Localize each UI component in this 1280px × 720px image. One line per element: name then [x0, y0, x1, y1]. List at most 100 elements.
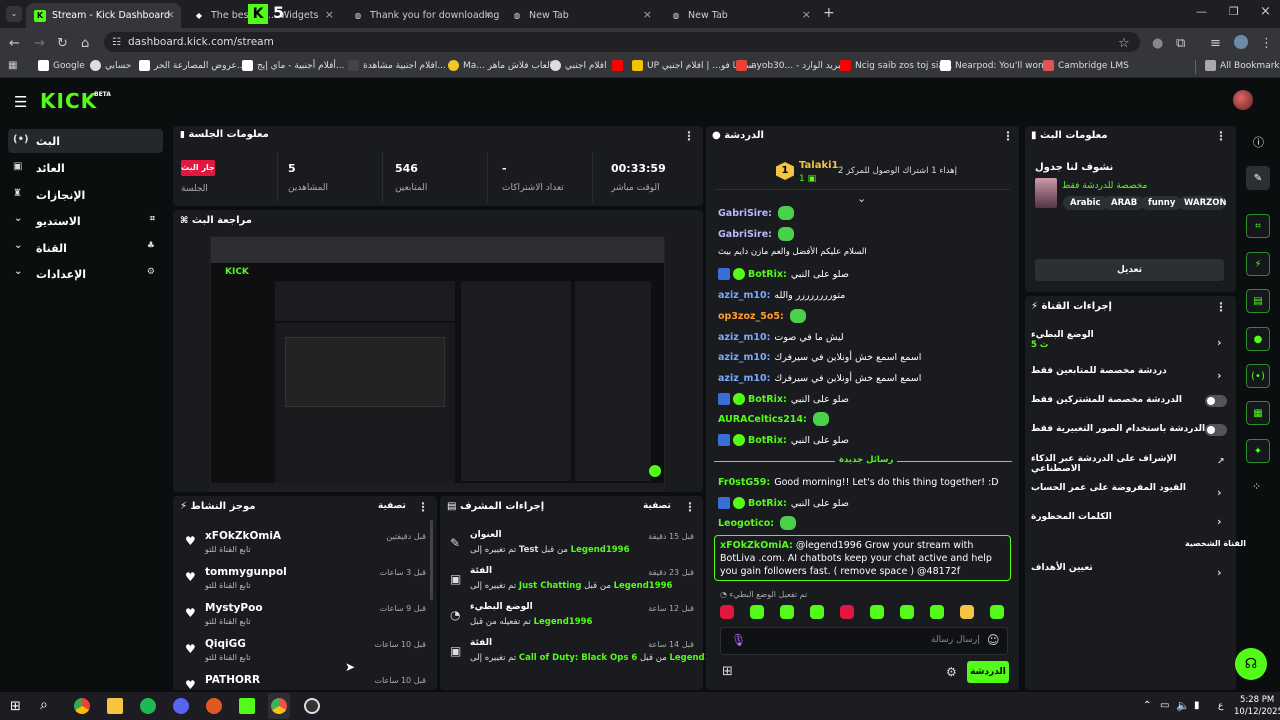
chat-rail-button[interactable]: ●	[1246, 327, 1270, 351]
send-chat-button[interactable]: الدردشة	[967, 661, 1009, 683]
close-tab-icon[interactable]: ×	[325, 8, 334, 21]
activity-menu-icon[interactable]: ⋮	[417, 500, 429, 514]
docs-rail-button[interactable]: ▤	[1246, 289, 1270, 313]
bookmark-item[interactable]: Ncig saib zos toj sia...	[840, 60, 953, 71]
bookmark-item[interactable]: حسابي	[90, 60, 131, 71]
browser-taskbar-icon[interactable]	[206, 698, 222, 714]
bookmark-item[interactable]: افلام اجنبية مشاهدة...	[348, 60, 446, 71]
close-tab-icon[interactable]: ×	[484, 8, 493, 21]
gift-shop-icon[interactable]: ⊞	[722, 664, 733, 679]
chat-username[interactable]: Fr0stG59:	[718, 477, 770, 488]
user-avatar[interactable]	[1233, 90, 1253, 110]
network-icon[interactable]: ▭	[1160, 700, 1169, 711]
channel-actions-menu-icon[interactable]: ⋮	[1215, 300, 1227, 314]
profile-avatar[interactable]	[1234, 35, 1248, 49]
back-icon[interactable]: ←	[9, 36, 20, 51]
browser-menu-icon[interactable]: ⋮	[1260, 36, 1273, 51]
close-tab-icon[interactable]: ×	[802, 8, 811, 21]
extension-icon[interactable]: ●	[1152, 36, 1163, 51]
chat-username[interactable]: Leogotico:	[718, 518, 774, 529]
obs-icon[interactable]	[304, 698, 320, 714]
search-icon[interactable]: ⌕	[40, 697, 48, 713]
layout-rail-button[interactable]: ▦	[1246, 401, 1270, 425]
tab-new-1[interactable]: ◍ New Tab ×	[503, 3, 658, 28]
quick-emote-icon[interactable]	[960, 605, 974, 619]
chat-username[interactable]: BotRix:	[748, 498, 787, 509]
reload-icon[interactable]: ↻	[57, 36, 68, 51]
edit-rail-button[interactable]: ✎	[1246, 166, 1270, 190]
bookmark-item[interactable]: Google	[38, 60, 85, 71]
discord-icon[interactable]	[173, 698, 189, 714]
bookmark-item[interactable]: عروض المصارعة الحر...	[139, 60, 245, 71]
battery-icon[interactable]: ▮	[1194, 700, 1200, 711]
bookmark-item[interactable]	[612, 60, 627, 71]
action-ai-moderation[interactable]: الإشراف على الدردشة عبر الذكاء الاصطناعي…	[1031, 454, 1226, 478]
connections-rail-icon[interactable]: ⁘	[1252, 480, 1261, 493]
chat-username[interactable]: aziz_m10:	[718, 352, 770, 363]
bookmark-item[interactable]: Nearpod: You'll won...	[940, 60, 1052, 71]
sidebar-item-revenue[interactable]: ▣ العائد	[8, 156, 163, 180]
windows-start-icon[interactable]: ⊞	[10, 699, 21, 714]
chat-username[interactable]: BotRix:	[748, 394, 787, 405]
url-bar[interactable]: dashboard.kick.com/stream	[104, 32, 1140, 52]
tab-search-button[interactable]: ⌄	[6, 6, 22, 22]
home-icon[interactable]: ⌂	[81, 36, 89, 51]
tag[interactable]: WARZONE	[1179, 196, 1226, 210]
quick-emote-icon[interactable]	[930, 605, 944, 619]
kick-logo[interactable]: KICK	[40, 89, 97, 113]
quick-emote-icon[interactable]	[750, 605, 764, 619]
tab-download[interactable]: ◍ Thank you for downloading An ×	[344, 3, 500, 28]
stream-preview-video[interactable]: KICK	[210, 236, 665, 492]
activity-filter-button[interactable]: تصفية	[378, 501, 406, 511]
media-icon[interactable]: ≡	[1210, 36, 1221, 51]
bookmark-item[interactable]: Cambridge LMS	[1043, 60, 1129, 71]
bookmark-item[interactable]: ayob30... - البريد الوارد	[736, 60, 846, 71]
quick-emote-icon[interactable]	[780, 605, 794, 619]
action-account-age[interactable]: القيود المفروضة على عمر الحساب ›	[1031, 483, 1226, 507]
forward-icon[interactable]: →	[34, 36, 45, 51]
tag[interactable]: funny	[1141, 196, 1183, 210]
chat-username[interactable]: aziz_m10:	[718, 373, 770, 384]
action-slow-mode[interactable]: الوضع البطيء 5 ث ›	[1031, 330, 1226, 354]
chat-username[interactable]: aziz_m10:	[718, 290, 770, 301]
action-subscribers-only[interactable]: الدردشة مخصصة للمشتركين فقط	[1031, 395, 1226, 419]
quick-emote-icon[interactable]	[900, 605, 914, 619]
tools-rail-button[interactable]: ✦	[1246, 439, 1270, 463]
action-banned-words[interactable]: الكلمات المحظورة ›	[1031, 512, 1226, 536]
quick-emote-icon[interactable]	[840, 605, 854, 619]
chat-username[interactable]: AURACeltics214:	[718, 414, 807, 425]
apps-grid-icon[interactable]: ▦	[8, 60, 17, 71]
quick-emote-icon[interactable]	[870, 605, 884, 619]
chat-input[interactable]: 🎙 إرسال رسالة ☺	[720, 627, 1008, 655]
new-tab-icon[interactable]: +	[823, 5, 835, 21]
action-emote-only[interactable]: الدردشة باستخدام الصور التعبيرية فقط	[1031, 424, 1226, 448]
close-window-icon[interactable]: ×	[1260, 4, 1271, 19]
chat-username[interactable]: GabriSire:	[718, 208, 772, 219]
sidebar-item-achievements[interactable]: ♜ الإنجازات	[8, 183, 163, 207]
mod-menu-icon[interactable]: ⋮	[684, 500, 696, 514]
sidebar-item-settings[interactable]: ⌄ الإعدادات ⚙	[8, 262, 163, 286]
spotify-icon[interactable]	[140, 698, 156, 714]
live-rail-button[interactable]: (•)	[1246, 364, 1270, 388]
tag[interactable]: Arabic	[1063, 196, 1108, 210]
kick-taskbar-icon[interactable]	[239, 698, 255, 714]
activity-scrollbar[interactable]	[430, 520, 433, 600]
language-indicator[interactable]: ع	[1218, 701, 1223, 711]
emoji-icon[interactable]: ☺	[987, 633, 1000, 647]
bookmark-star-icon[interactable]: ☆	[1118, 36, 1130, 51]
quick-emote-icon[interactable]	[810, 605, 824, 619]
chat-username[interactable]: BotRix:	[748, 435, 787, 446]
stream-info-menu-icon[interactable]: ⋮	[1215, 129, 1227, 143]
chat-username[interactable]: BotRix:	[748, 269, 787, 280]
subscribers-only-toggle[interactable]	[1205, 395, 1227, 407]
puzzle-icon[interactable]: ⧉	[1176, 36, 1185, 51]
site-info-icon[interactable]: ☷	[112, 37, 121, 48]
chat-username[interactable]: GabriSire:	[718, 229, 772, 240]
clock-time[interactable]: 5:28 PM	[1240, 695, 1274, 705]
chat-settings-icon[interactable]: ⚙	[946, 665, 957, 679]
quick-emote-icon[interactable]	[990, 605, 1004, 619]
bookmark-item[interactable]: أفلام أجنبية - ماي إيج...	[242, 60, 345, 71]
minimize-icon[interactable]: —	[1196, 5, 1207, 18]
bookmark-item[interactable]: Ma... العاب فلاش ماهر	[448, 60, 552, 71]
chat-menu-icon[interactable]: ⋮	[1002, 129, 1014, 143]
